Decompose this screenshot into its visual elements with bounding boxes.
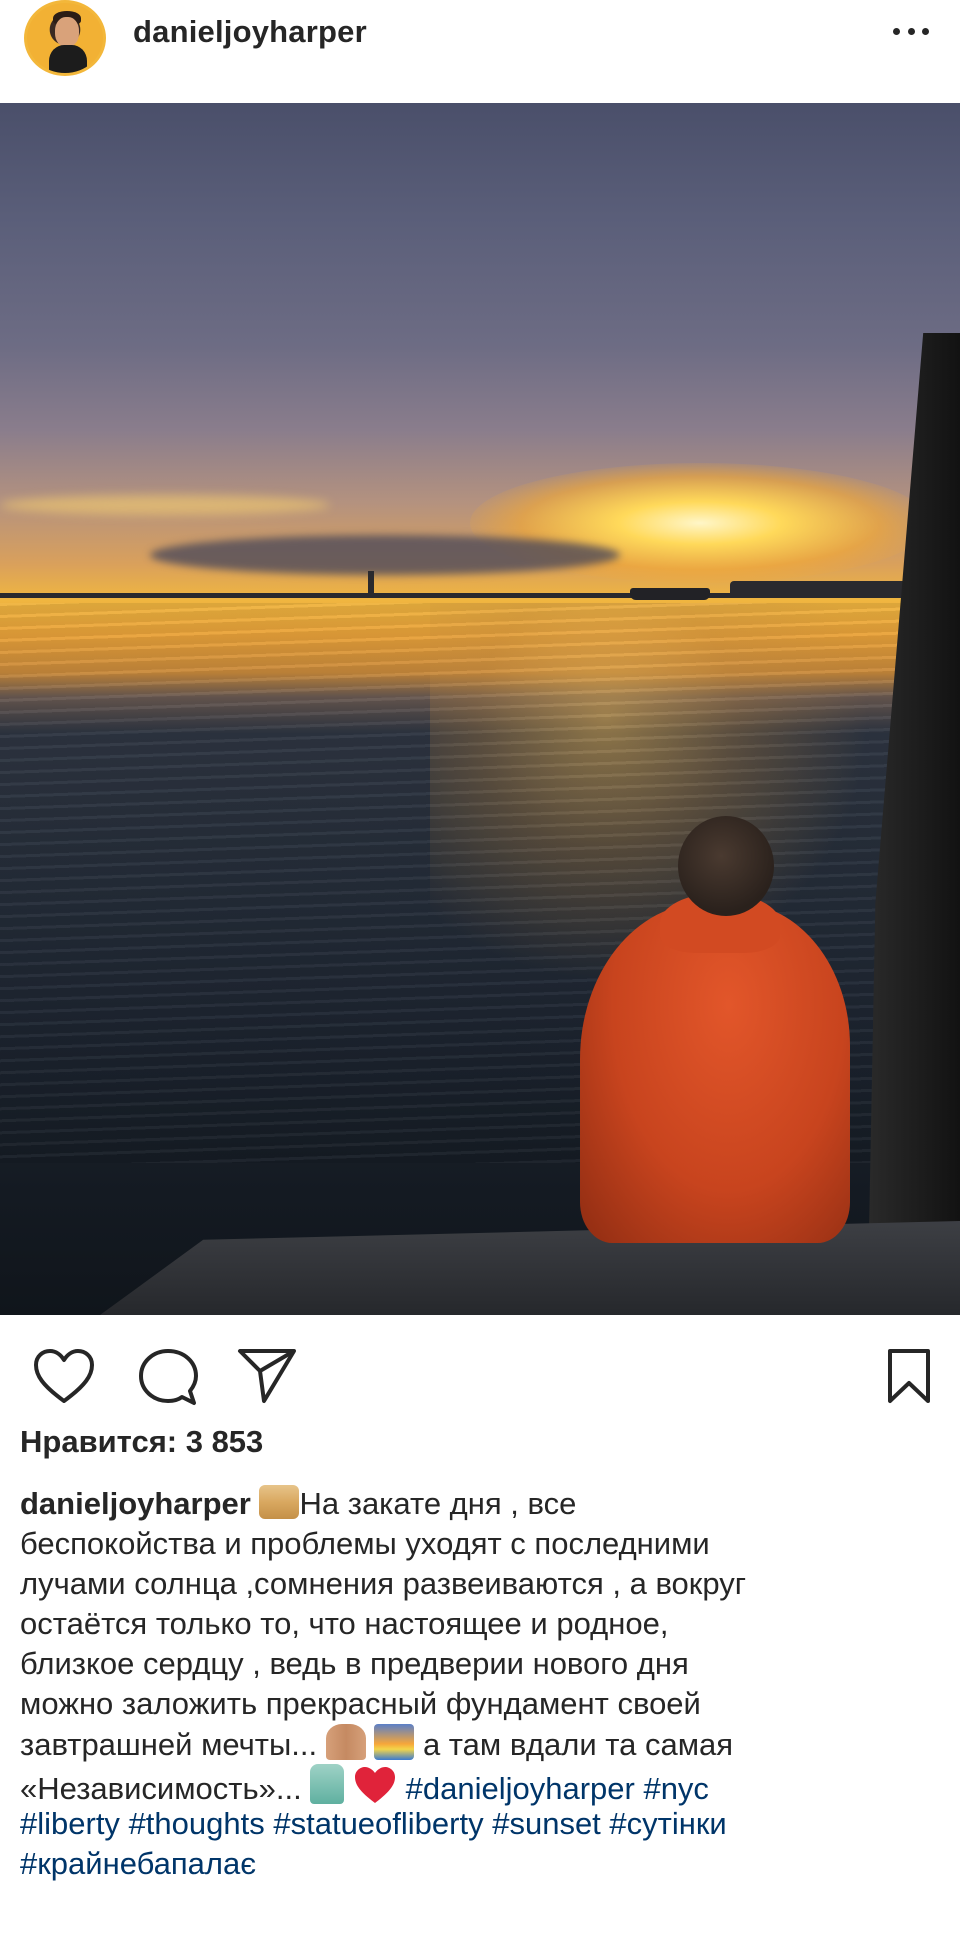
hashtag-link[interactable]: #thoughts xyxy=(129,1806,265,1841)
caption-line: #крайнебапалає xyxy=(20,1844,950,1884)
photo-person-head xyxy=(678,816,774,916)
hashtag-link[interactable]: #danieljoyharper xyxy=(406,1771,635,1806)
paper-plane-icon[interactable] xyxy=(236,1345,298,1405)
like-count[interactable]: Нравится: 3 853 xyxy=(20,1424,263,1460)
caption-text: а там вдали та самая xyxy=(422,1727,734,1762)
post-caption: danieljoyharper На закате дня , все бесп… xyxy=(20,1484,950,1884)
caption-line: «Независимость»... #danieljoyharper #nyc xyxy=(20,1764,950,1806)
red-heart-emoji xyxy=(354,1767,395,1803)
photo-cloud-glow xyxy=(0,495,330,515)
action-bar xyxy=(0,1315,960,1435)
photo-statue-silhouette xyxy=(368,571,374,595)
photo-boat xyxy=(630,588,710,600)
hashtag-link[interactable]: #сутінки xyxy=(609,1806,726,1841)
caption-line: остаётся только то, что настоящее и родн… xyxy=(20,1606,669,1641)
sunrise-emoji xyxy=(374,1724,415,1760)
comment-bubble-icon[interactable] xyxy=(138,1347,198,1407)
post-photo[interactable] xyxy=(0,103,960,1315)
caption-text: «Независимость»... xyxy=(20,1771,302,1806)
caption-text: На закате дня , все xyxy=(299,1486,577,1521)
hashtag-link[interactable]: #statueofliberty xyxy=(273,1806,483,1841)
pray-emoji xyxy=(325,1724,366,1760)
avatar-face xyxy=(55,17,79,47)
caption-line: danieljoyharper На закате дня , все xyxy=(20,1484,950,1524)
statue-of-liberty-emoji xyxy=(310,1764,345,1804)
caption-line: завтрашней мечты... а там вдали та самая xyxy=(20,1724,950,1764)
hashtag-link[interactable]: #nyc xyxy=(643,1771,708,1806)
caption-line: лучами солнца ,сомнения развеиваются , а… xyxy=(20,1566,747,1601)
photo-cloud xyxy=(150,535,620,575)
photo-person-body xyxy=(580,903,850,1243)
hashtag-link[interactable]: #крайнебапалає xyxy=(20,1846,256,1881)
caption-line: #liberty #thoughts #statueofliberty #sun… xyxy=(20,1804,950,1844)
ellipsis-icon[interactable] xyxy=(893,26,929,36)
ellipsis-dot xyxy=(922,27,929,35)
avatar[interactable] xyxy=(24,0,106,76)
caption-line: можно заложить прекрасный фундамент свое… xyxy=(20,1686,701,1721)
caption-username[interactable]: danieljoyharper xyxy=(20,1486,251,1521)
hashtag-link[interactable]: #liberty xyxy=(20,1806,120,1841)
photo-island xyxy=(730,581,930,595)
caption-text: завтрашней мечты... xyxy=(20,1727,318,1762)
ellipsis-dot xyxy=(893,27,900,35)
hashtag-link[interactable]: #sunset xyxy=(492,1806,601,1841)
ellipsis-dot xyxy=(907,27,915,35)
caption-line: близкое сердцу , ведь в предверии нового… xyxy=(20,1646,689,1681)
avatar-body xyxy=(49,45,87,73)
bookmark-icon[interactable] xyxy=(886,1347,932,1405)
post-header: danieljoyharper xyxy=(0,0,960,103)
scroll-emoji xyxy=(259,1485,300,1519)
caption-line: беспокойства и проблемы уходят с последн… xyxy=(20,1526,710,1561)
post-username[interactable]: danieljoyharper xyxy=(133,14,367,50)
heart-outline-icon[interactable] xyxy=(32,1347,96,1405)
